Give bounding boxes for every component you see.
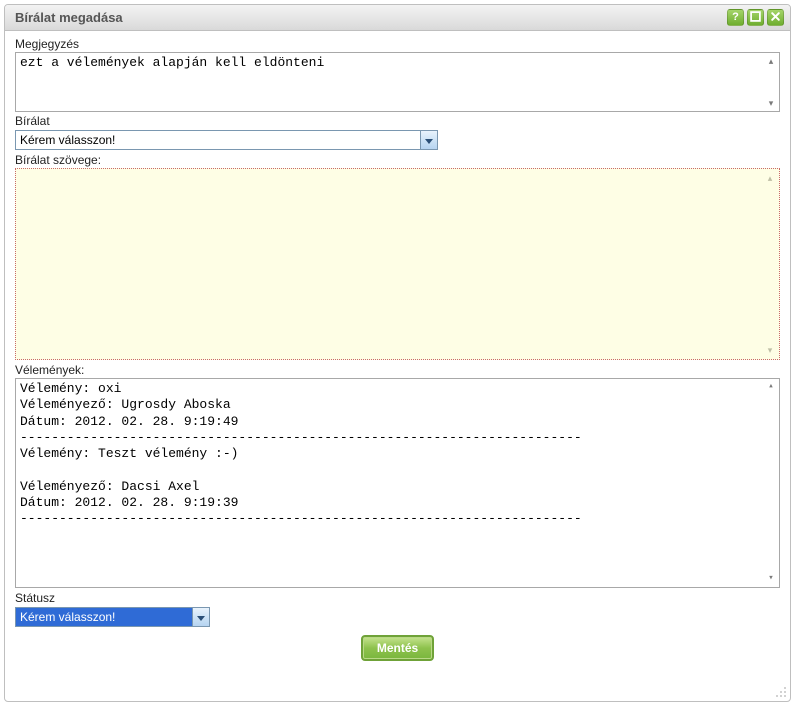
scroll-down-icon[interactable]: ▾	[764, 572, 778, 586]
scroll-up-icon[interactable]: ▴	[764, 380, 778, 394]
megjegyzes-textarea[interactable]	[16, 53, 779, 111]
dialog-content: Megjegyzés ▴ ▾ Bírálat Kérem válasszon! …	[5, 31, 790, 701]
scroll-down-icon[interactable]: ▾	[764, 96, 778, 110]
scroll-up-icon[interactable]: ▴	[764, 54, 778, 68]
dropdown-button[interactable]	[420, 131, 437, 149]
label-biralat-szovege: Bírálat szövege:	[15, 153, 780, 167]
titlebar: Bírálat megadása ?	[5, 5, 790, 31]
biralat-select-value: Kérem válasszon!	[16, 131, 420, 149]
maximize-icon	[750, 11, 761, 25]
titlebar-buttons: ?	[727, 9, 784, 26]
status-select-value: Kérem válasszon!	[16, 608, 192, 626]
maximize-button[interactable]	[747, 9, 764, 26]
status-select[interactable]: Kérem válasszon!	[15, 607, 210, 627]
label-statusz: Státusz	[15, 591, 780, 605]
button-row: Mentés	[15, 627, 780, 661]
label-velemenyek: Vélemények:	[15, 363, 780, 377]
label-biralat: Bírálat	[15, 114, 780, 128]
resize-grip[interactable]	[773, 684, 787, 698]
label-megjegyzes: Megjegyzés	[15, 37, 780, 51]
chevron-down-icon	[197, 610, 205, 624]
scroll-up-icon[interactable]: ▴	[763, 171, 777, 185]
save-button[interactable]: Mentés	[361, 635, 434, 661]
scrollbar[interactable]: ▴ ▾	[764, 54, 778, 110]
megjegyzes-field-wrap: ▴ ▾	[15, 52, 780, 112]
biralat-szoveg-textarea[interactable]: ▴ ▾	[15, 168, 780, 360]
scroll-down-icon[interactable]: ▾	[763, 343, 777, 357]
window-title: Bírálat megadása	[15, 10, 727, 25]
chevron-down-icon	[425, 133, 433, 147]
close-icon	[770, 11, 781, 25]
help-button[interactable]: ?	[727, 9, 744, 26]
dialog-window: Bírálat megadása ? Megjegyzés ▴ ▾	[4, 4, 791, 702]
velemenyek-text: Vélemény: oxi Véleményező: Ugrosdy Abosk…	[20, 381, 582, 526]
close-button[interactable]	[767, 9, 784, 26]
velemenyek-display: Vélemény: oxi Véleményező: Ugrosdy Abosk…	[15, 378, 780, 588]
help-icon: ?	[732, 12, 739, 23]
dropdown-button[interactable]	[192, 608, 209, 626]
biralat-select[interactable]: Kérem válasszon!	[15, 130, 438, 150]
